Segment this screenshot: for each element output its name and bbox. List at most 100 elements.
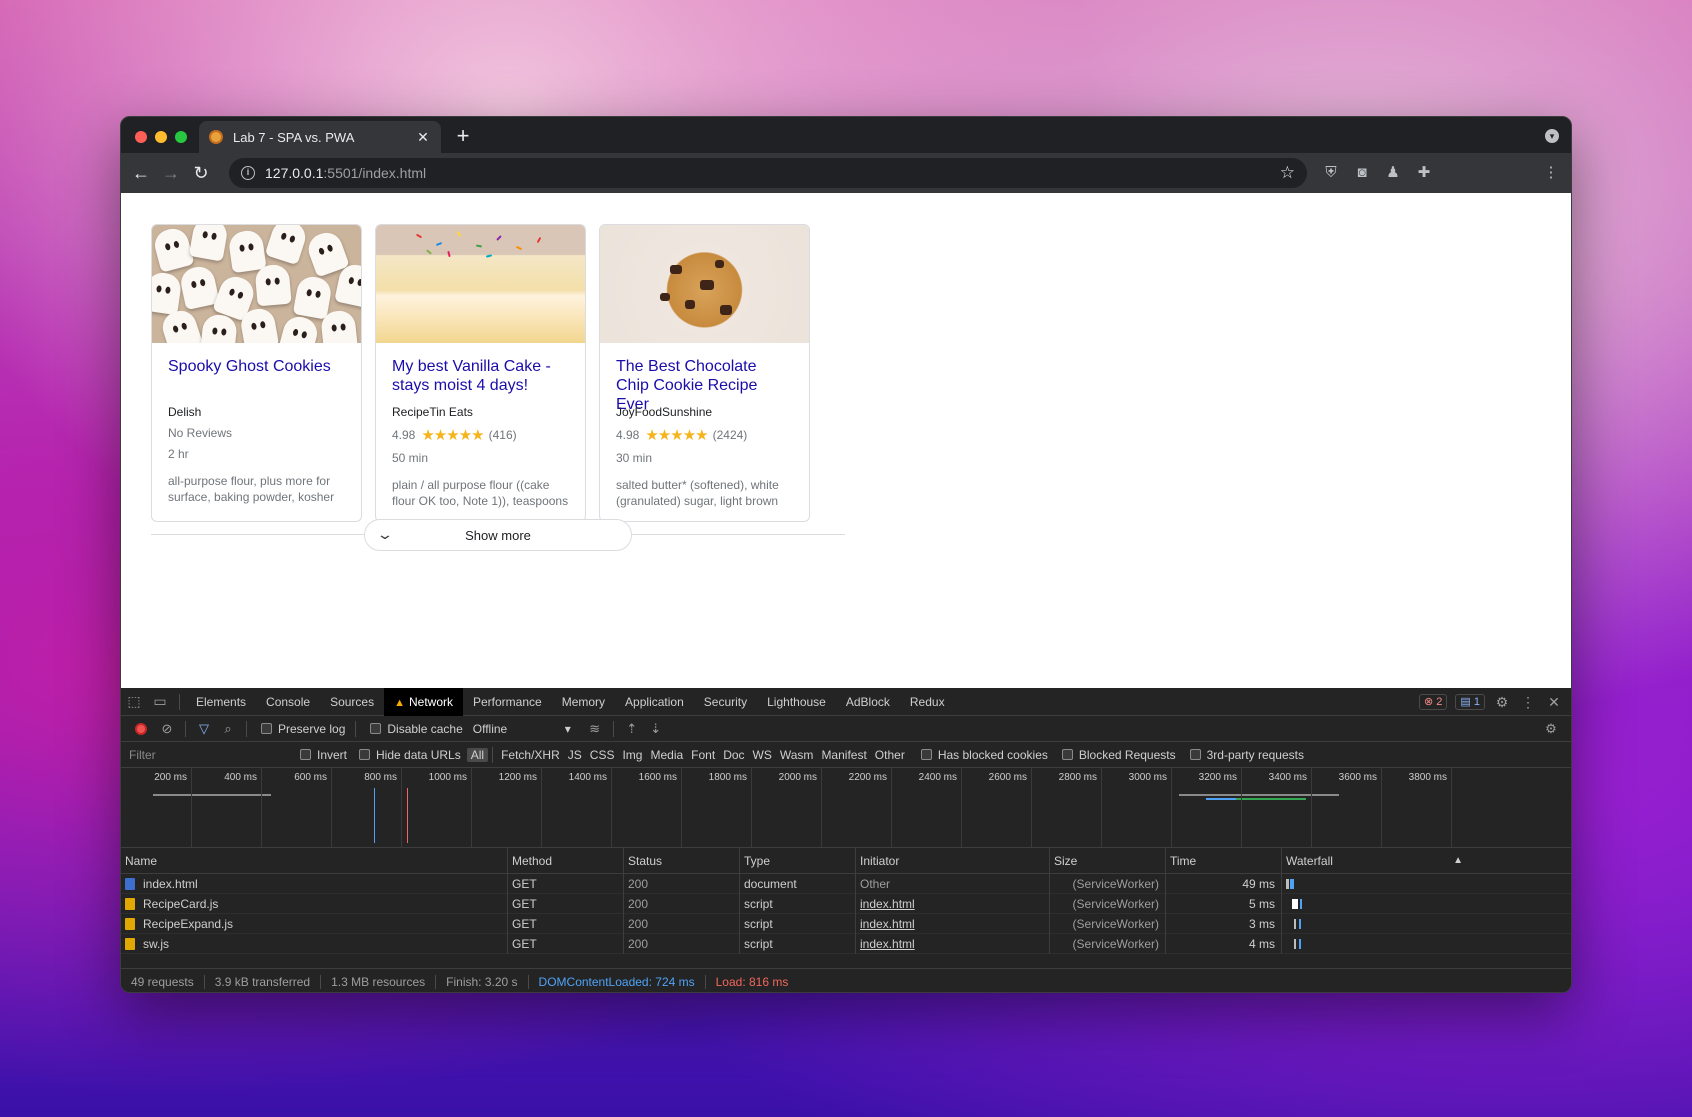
network-overview-timeline[interactable]: 200 ms 400 ms 600 ms 800 ms 1000 ms 1200 ms 14… — [121, 768, 1571, 848]
address-bar[interactable]: i 127.0.0.1 :5501/index.html ☆ — [229, 158, 1307, 188]
col-name[interactable]: Name — [121, 848, 507, 874]
more-options-icon[interactable]: ⋮ — [1519, 694, 1537, 711]
inspect-element-icon[interactable]: ⬚ — [121, 693, 147, 710]
type-filter-css[interactable]: CSS — [586, 748, 619, 762]
tab-sources[interactable]: Sources — [320, 688, 384, 716]
recipe-card[interactable]: My best Vanilla Cake - stays moist 4 day… — [375, 224, 586, 522]
forward-icon[interactable]: → — [159, 161, 183, 185]
camera-icon[interactable]: ◙ — [1352, 163, 1372, 183]
recipe-card[interactable]: The Best Chocolate Chip Cookie Recipe Ev… — [599, 224, 810, 522]
clear-icon[interactable]: ⊘ — [155, 721, 179, 737]
error-count-badge[interactable]: ⊗ 2 — [1419, 694, 1448, 710]
export-har-icon[interactable]: ⇣ — [644, 721, 668, 737]
recipe-title-link[interactable]: My best Vanilla Cake - stays moist 4 day… — [392, 357, 569, 403]
type-filter-ws[interactable]: WS — [749, 748, 776, 762]
network-settings-gear-icon[interactable]: ⚙ — [1539, 721, 1563, 737]
tab-search-icon[interactable]: ▾ — [1545, 129, 1559, 143]
table-row[interactable]: RecipeExpand.js GET 200 script index.htm… — [121, 914, 1571, 934]
recipe-image — [600, 225, 809, 343]
throttle-select[interactable]: Offline ▾ — [473, 722, 571, 736]
third-party-checkbox[interactable] — [1189, 749, 1201, 760]
minimize-window-button[interactable] — [155, 131, 167, 143]
reload-icon[interactable]: ↻ — [189, 161, 213, 185]
close-window-button[interactable] — [135, 131, 147, 143]
recipe-image — [152, 225, 361, 343]
timeline-tick-label: 3000 ms — [1128, 772, 1167, 783]
col-initiator[interactable]: Initiator — [855, 848, 1049, 874]
tab-network[interactable]: ▲ Network — [384, 687, 463, 716]
blocked-requests-checkbox[interactable] — [1061, 749, 1073, 760]
request-status: 200 — [623, 934, 739, 954]
timeline-tick — [891, 768, 892, 847]
rating-text: 4.98 — [616, 428, 640, 442]
has-blocked-cookies-checkbox[interactable] — [920, 749, 932, 760]
timeline-tick — [541, 768, 542, 847]
type-filter-js[interactable]: JS — [564, 748, 586, 762]
type-filter-all[interactable]: All — [466, 747, 489, 762]
device-toolbar-icon[interactable]: ▭ — [147, 693, 173, 710]
recipe-card[interactable]: Spooky Ghost Cookies Delish No Reviews 2… — [151, 224, 362, 522]
bookmark-star-icon[interactable]: ☆ — [1280, 163, 1295, 183]
tab-elements[interactable]: Elements — [186, 688, 256, 716]
network-conditions-icon[interactable]: ≋ — [583, 721, 607, 737]
request-status: 200 — [623, 894, 739, 914]
settings-gear-icon[interactable]: ⚙ — [1493, 694, 1511, 711]
tab-adblock[interactable]: AdBlock — [836, 688, 900, 716]
filter-input[interactable]: Filter — [127, 745, 292, 765]
new-tab-button[interactable]: + — [451, 123, 475, 149]
type-filter-font[interactable]: Font — [687, 748, 719, 762]
filter-funnel-icon[interactable]: ▽ — [192, 721, 216, 737]
table-row[interactable]: RecipeCard.js GET 200 script index.html … — [121, 894, 1571, 914]
resources-size: 1.3 MB resources — [331, 974, 437, 989]
type-filter-wasm[interactable]: Wasm — [776, 748, 818, 762]
col-type[interactable]: Type — [739, 848, 855, 874]
browser-tab[interactable]: Lab 7 - SPA vs. PWA ✕ — [199, 121, 441, 153]
back-icon[interactable]: ← — [129, 161, 153, 185]
preserve-log-checkbox[interactable] — [261, 723, 272, 734]
col-waterfall[interactable]: Waterfall ▲ — [1281, 848, 1471, 874]
request-type: script — [739, 894, 855, 914]
close-tab-icon[interactable]: ✕ — [415, 129, 431, 146]
type-filter-media[interactable]: Media — [646, 748, 687, 762]
tab-console[interactable]: Console — [256, 688, 320, 716]
extension-person-icon[interactable]: ♟ — [1383, 163, 1403, 183]
tab-security[interactable]: Security — [694, 688, 757, 716]
search-icon[interactable]: ⌕ — [216, 721, 240, 737]
timeline-tick — [961, 768, 962, 847]
type-filter-other[interactable]: Other — [871, 748, 909, 762]
record-button[interactable] — [135, 722, 147, 735]
disable-cache-checkbox[interactable] — [370, 723, 382, 734]
initiator-link[interactable]: index.html — [860, 897, 915, 911]
recipe-title-link[interactable]: Spooky Ghost Cookies — [168, 357, 345, 403]
maximize-window-button[interactable] — [175, 131, 187, 143]
tab-lighthouse[interactable]: Lighthouse — [757, 688, 836, 716]
col-status[interactable]: Status — [623, 848, 739, 874]
col-size[interactable]: Size — [1049, 848, 1165, 874]
import-har-icon[interactable]: ⇡ — [620, 721, 644, 737]
show-more-button[interactable]: ⌄ Show more — [364, 519, 632, 551]
tab-application[interactable]: Application — [615, 688, 694, 716]
bitwarden-shield-icon[interactable]: ⛨ — [1321, 163, 1341, 183]
initiator-link[interactable]: index.html — [860, 937, 915, 951]
disable-cache-label: Disable cache — [387, 721, 463, 736]
invert-checkbox[interactable] — [300, 749, 311, 760]
type-filter-doc[interactable]: Doc — [719, 748, 748, 762]
hide-data-urls-checkbox[interactable] — [359, 749, 371, 760]
recipe-title-link[interactable]: The Best Chocolate Chip Cookie Recipe Ev… — [616, 357, 793, 413]
table-row[interactable]: index.html GET 200 document Other (Servi… — [121, 874, 1571, 894]
col-method[interactable]: Method — [507, 848, 623, 874]
close-devtools-icon[interactable]: ✕ — [1545, 694, 1563, 711]
type-filter-fetch[interactable]: Fetch/XHR — [497, 748, 564, 762]
table-row[interactable]: sw.js GET 200 script index.html (Service… — [121, 934, 1571, 954]
puzzle-extensions-icon[interactable]: ✚ — [1414, 163, 1434, 183]
type-filter-manifest[interactable]: Manifest — [817, 748, 870, 762]
initiator-link[interactable]: index.html — [860, 917, 915, 931]
tab-redux[interactable]: Redux — [900, 688, 955, 716]
tab-performance[interactable]: Performance — [463, 688, 552, 716]
site-info-icon[interactable]: i — [241, 166, 255, 180]
tab-memory[interactable]: Memory — [552, 688, 615, 716]
col-time[interactable]: Time — [1165, 848, 1281, 874]
browser-menu-icon[interactable]: ⋮ — [1541, 163, 1561, 183]
message-count-badge[interactable]: ▤ 1 — [1455, 694, 1485, 710]
type-filter-img[interactable]: Img — [618, 748, 646, 762]
